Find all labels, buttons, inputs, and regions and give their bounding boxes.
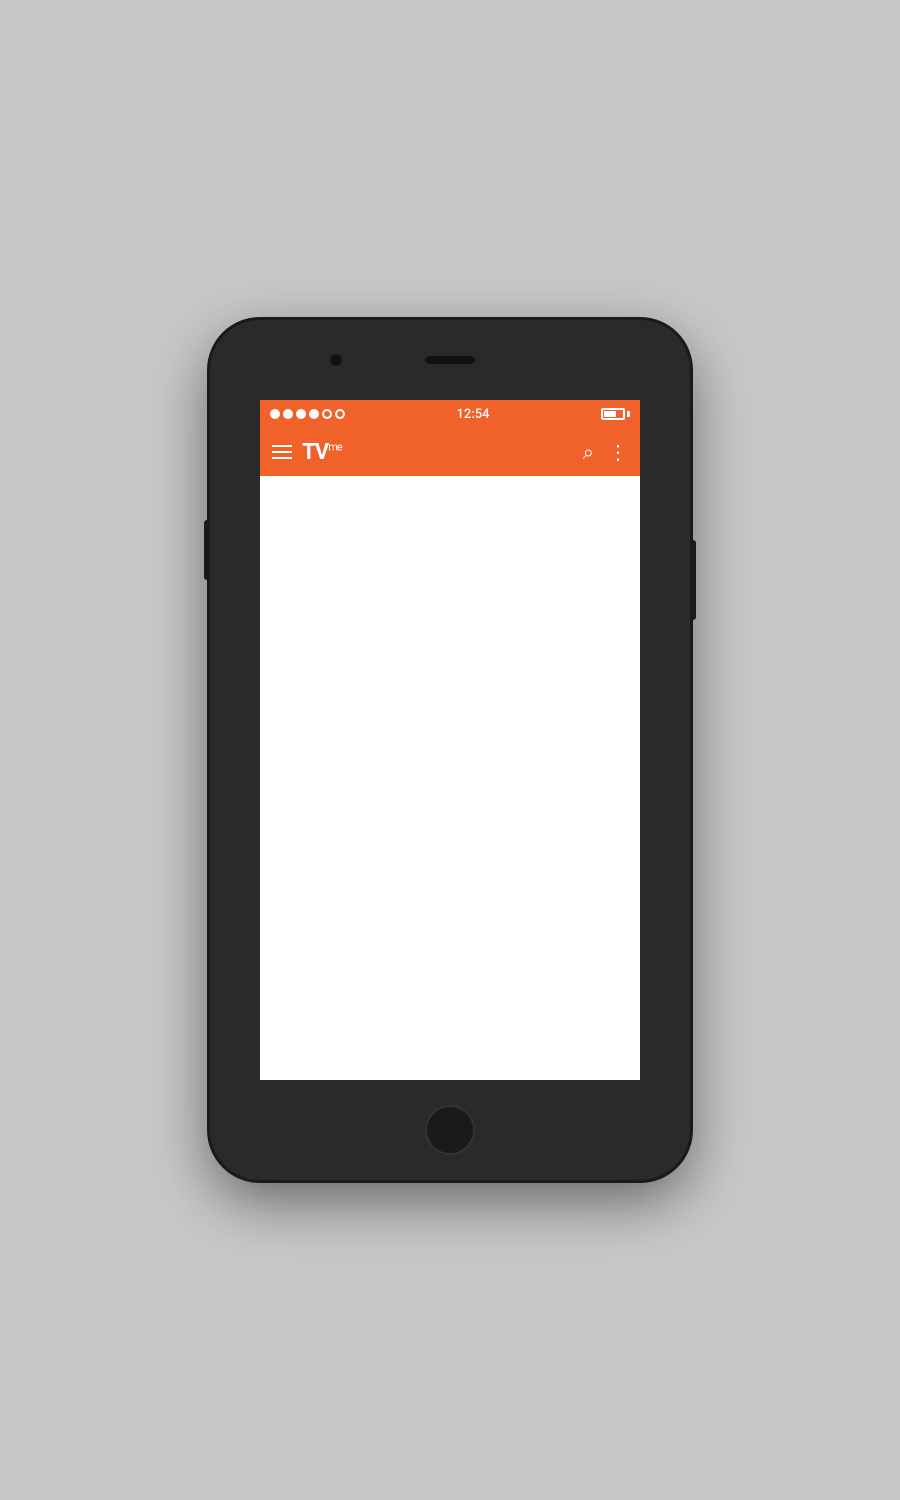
header-right: ⌕ ⋮ bbox=[583, 440, 628, 464]
signal-dot-2 bbox=[283, 409, 293, 419]
app-header: TVme ⌕ ⋮ bbox=[260, 428, 640, 476]
hamburger-line-1 bbox=[272, 445, 292, 447]
signal-dot-3 bbox=[296, 409, 306, 419]
front-camera bbox=[330, 354, 342, 366]
volume-button bbox=[204, 520, 210, 580]
signal-indicators bbox=[270, 409, 345, 419]
signal-dot-5 bbox=[322, 409, 332, 419]
status-bar: 12:54 bbox=[260, 400, 640, 428]
more-options-icon[interactable]: ⋮ bbox=[608, 440, 628, 464]
phone-device: 12:54 TVme ⌕ ⋮ bbox=[210, 320, 690, 1180]
battery-indicator bbox=[601, 408, 630, 420]
hamburger-line-3 bbox=[272, 457, 292, 459]
battery-tip bbox=[627, 411, 630, 417]
phone-top-bar bbox=[210, 320, 690, 400]
phone-bottom-bar bbox=[210, 1080, 690, 1180]
battery-body bbox=[601, 408, 625, 420]
phone-screen: 12:54 TVme ⌕ ⋮ bbox=[260, 400, 640, 1080]
signal-dot-4 bbox=[309, 409, 319, 419]
phone-speaker bbox=[425, 356, 475, 364]
search-icon[interactable]: ⌕ bbox=[583, 440, 594, 464]
home-button[interactable] bbox=[425, 1105, 475, 1155]
power-button bbox=[690, 540, 696, 620]
signal-dot-6 bbox=[335, 409, 345, 419]
signal-dot-1 bbox=[270, 409, 280, 419]
hamburger-menu-button[interactable] bbox=[272, 445, 292, 459]
logo-suffix: me bbox=[328, 440, 341, 453]
header-left: TVme bbox=[272, 440, 342, 465]
battery-fill bbox=[604, 411, 616, 417]
status-time: 12:54 bbox=[457, 407, 490, 422]
app-logo: TVme bbox=[302, 440, 342, 465]
hamburger-line-2 bbox=[272, 451, 292, 453]
